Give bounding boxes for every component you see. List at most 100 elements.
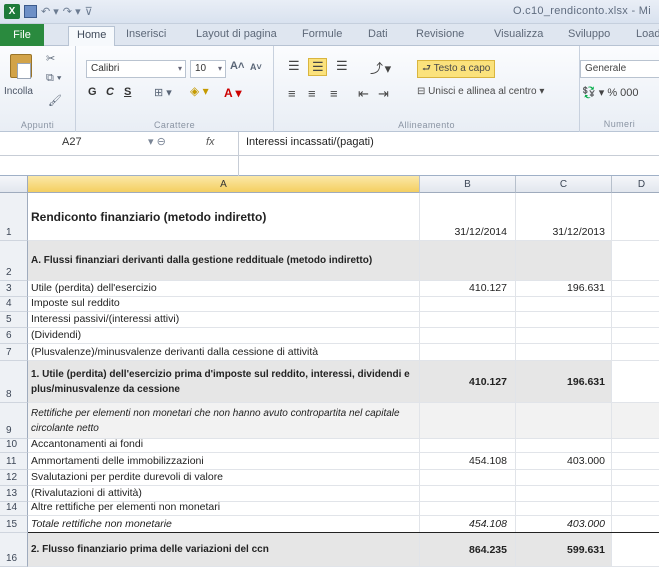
row-header[interactable]: 3 <box>0 281 28 297</box>
row-header[interactable]: 1 <box>0 193 28 241</box>
column-header-c[interactable]: C <box>516 176 612 193</box>
cell-b16[interactable]: 864.235 <box>420 533 516 566</box>
cell-b1[interactable]: 31/12/2014 <box>420 193 516 240</box>
tab-review[interactable]: Revisione <box>416 28 464 40</box>
cell-d8[interactable] <box>612 361 659 402</box>
cell-a10[interactable]: Accantonamenti ai fondi <box>28 439 420 452</box>
cell-b10[interactable] <box>420 439 516 452</box>
row-header[interactable]: 11 <box>0 453 28 470</box>
cell-c16[interactable]: 599.631 <box>516 533 612 566</box>
cell-c2[interactable] <box>516 241 612 280</box>
cell-c7[interactable] <box>516 344 612 360</box>
paste-button[interactable]: Incolla <box>4 86 33 97</box>
formula-input[interactable]: Interessi incassati/(pagati) <box>246 136 374 148</box>
cell-d14[interactable] <box>612 502 659 515</box>
cell-a15[interactable]: Totale rettifiche non monetarie <box>28 516 420 532</box>
copy-icon[interactable]: ⧉ ▾ <box>46 72 62 85</box>
tab-data[interactable]: Dati <box>368 28 388 40</box>
cell-d16[interactable] <box>612 533 659 566</box>
row-header[interactable]: 7 <box>0 344 28 361</box>
number-format-buttons[interactable]: 💱 ▾ % 000 <box>582 86 639 99</box>
cell-c5[interactable] <box>516 312 612 327</box>
align-top-icon[interactable]: ☰ <box>288 58 300 74</box>
cell-a5[interactable]: Interessi passivi/(interessi attivi) <box>28 312 420 327</box>
select-all-button[interactable] <box>0 176 28 193</box>
fill-color-icon[interactable]: ◈ ▾ <box>190 84 209 98</box>
cell-a12[interactable]: Svalutazioni per perdite durevoli di val… <box>28 470 420 485</box>
cell-c10[interactable] <box>516 439 612 452</box>
cell-c1[interactable]: 31/12/2013 <box>516 193 612 240</box>
cell-c4[interactable] <box>516 297 612 311</box>
row-header[interactable]: 9 <box>0 403 28 439</box>
cell-c6[interactable] <box>516 328 612 343</box>
cell-b2[interactable] <box>420 241 516 280</box>
cell-b12[interactable] <box>420 470 516 485</box>
tab-load[interactable]: Load <box>636 28 659 40</box>
row-header[interactable]: 12 <box>0 470 28 486</box>
row-header[interactable]: 14 <box>0 502 28 516</box>
number-format-select[interactable]: Generale <box>580 60 659 78</box>
increase-indent-icon[interactable]: ⇥ <box>378 86 389 102</box>
tab-file[interactable]: File <box>0 24 44 46</box>
cell-d9[interactable] <box>612 403 659 438</box>
tab-page-layout[interactable]: Layout di pagina <box>196 28 277 40</box>
font-color-icon[interactable]: A ▾ <box>224 86 242 100</box>
cell-d10[interactable] <box>612 439 659 452</box>
row-header[interactable]: 13 <box>0 486 28 502</box>
cell-d4[interactable] <box>612 297 659 311</box>
cell-a6[interactable]: (Dividendi) <box>28 328 420 343</box>
cell-a16[interactable]: 2. Flusso finanziario prima delle variaz… <box>28 533 420 566</box>
cell-c14[interactable] <box>516 502 612 515</box>
tab-home[interactable]: Home <box>68 26 116 47</box>
align-bottom-icon[interactable]: ☰ <box>336 58 348 74</box>
percent-thousands-label[interactable]: % 000 <box>607 87 638 99</box>
align-middle-icon[interactable]: ☰ <box>308 58 327 76</box>
italic-button[interactable]: C <box>106 86 114 98</box>
cell-c13[interactable] <box>516 486 612 501</box>
undo-icon[interactable]: ↶ ▾ <box>41 5 59 18</box>
cell-d3[interactable] <box>612 281 659 296</box>
borders-icon[interactable]: ⊞ ▾ <box>154 86 172 99</box>
cell-a7[interactable]: (Plusvalenze)/minusvalenze derivanti dal… <box>28 344 420 360</box>
cell-b9[interactable] <box>420 403 516 438</box>
cell-b6[interactable] <box>420 328 516 343</box>
align-left-icon[interactable]: ≡ <box>288 86 296 101</box>
cell-b11[interactable]: 454.108 <box>420 453 516 469</box>
cell-a9[interactable]: Rettifiche per elementi non monetari che… <box>28 403 420 438</box>
worksheet-grid[interactable]: A B C D 1 Rendiconto finanziario (metodo… <box>0 176 659 567</box>
cell-b4[interactable] <box>420 297 516 311</box>
insert-function-button[interactable]: fx <box>206 136 215 148</box>
format-painter-icon[interactable]: 🖌 <box>48 94 62 107</box>
row-header[interactable]: 15 <box>0 516 28 533</box>
cell-a2[interactable]: A. Flussi finanziari derivanti dalla ges… <box>28 241 420 280</box>
cell-d1[interactable] <box>612 193 659 240</box>
column-header-b[interactable]: B <box>420 176 516 193</box>
row-header[interactable]: 5 <box>0 312 28 328</box>
wrap-text-button[interactable]: ⮐ Testo a capo <box>417 60 496 78</box>
cell-a13[interactable]: (Rivalutazioni di attività) <box>28 486 420 501</box>
orientation-icon[interactable]: ⤴ ▾ <box>370 58 391 77</box>
shrink-font-icon[interactable]: A˅ <box>250 62 262 72</box>
cell-c3[interactable]: 196.631 <box>516 281 612 296</box>
underline-button[interactable]: S <box>124 86 131 98</box>
column-header-a[interactable]: A <box>28 176 420 193</box>
cell-b15[interactable]: 454.108 <box>420 516 516 532</box>
cell-c15[interactable]: 403.000 <box>516 516 612 532</box>
cell-d15[interactable] <box>612 516 659 532</box>
cell-a14[interactable]: Altre rettifiche per elementi non moneta… <box>28 502 420 515</box>
cell-d12[interactable] <box>612 470 659 485</box>
cell-a4[interactable]: Imposte sul reddito <box>28 297 420 311</box>
cell-d6[interactable] <box>612 328 659 343</box>
cell-d11[interactable] <box>612 453 659 469</box>
cell-a11[interactable]: Ammortamenti delle immobilizzazioni <box>28 453 420 469</box>
accounting-icon[interactable]: 💱 ▾ <box>582 87 604 99</box>
cell-b7[interactable] <box>420 344 516 360</box>
align-center-icon[interactable]: ≡ <box>308 86 316 101</box>
column-header-d[interactable]: D <box>612 176 659 193</box>
cell-d2[interactable] <box>612 241 659 280</box>
font-name-select[interactable]: Calibri ▾ <box>86 60 186 78</box>
row-header[interactable]: 16 <box>0 533 28 567</box>
name-box-dropdown-icon[interactable]: ▾ ⊖ <box>148 135 166 148</box>
save-icon[interactable] <box>24 5 37 18</box>
tab-insert[interactable]: Inserisci <box>126 28 166 40</box>
